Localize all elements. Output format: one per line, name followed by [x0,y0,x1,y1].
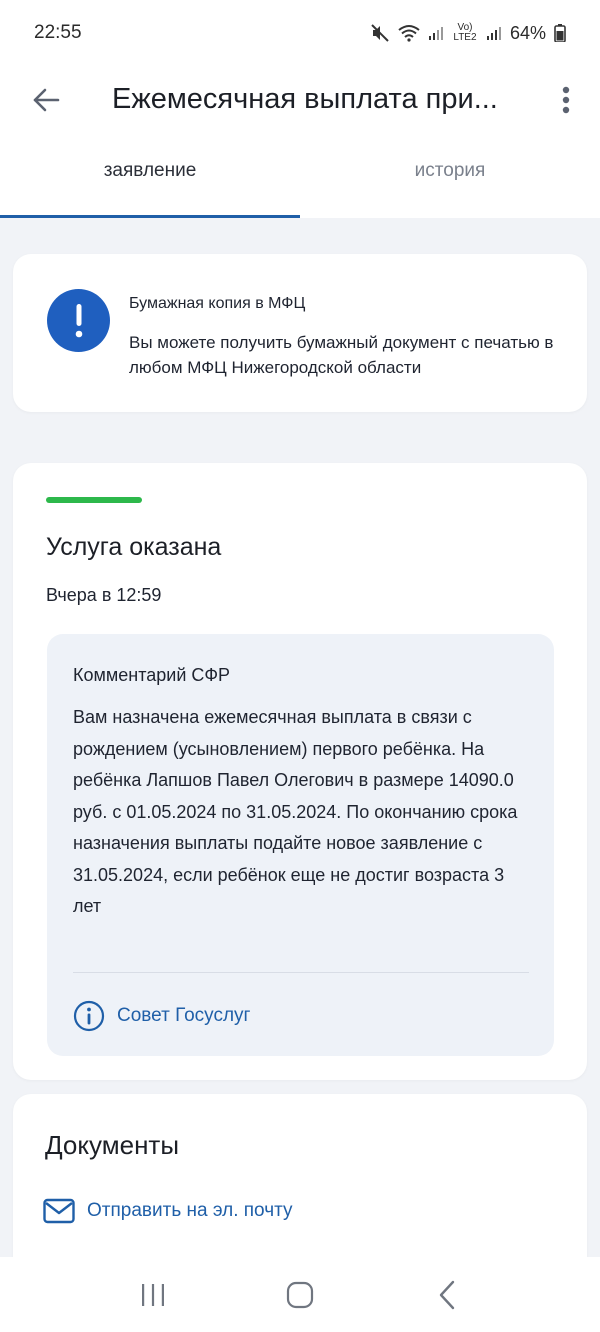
more-vertical-icon [562,86,570,114]
active-tab-indicator [0,215,300,218]
status-time: 22:55 [34,22,82,43]
info-circle-icon [73,1000,105,1032]
send-email-link[interactable]: Отправить на эл. почту [43,1198,293,1224]
status-progress-bar [46,497,142,503]
signal-icon [428,27,443,40]
signal-icon-2 [486,27,501,40]
home-icon [286,1281,314,1308]
comment-box: Комментарий СФР Вам назначена ежемесячна… [47,634,554,1056]
chevron-left-icon [439,1280,454,1309]
documents-title: Документы [45,1130,180,1160]
info-card-title: Бумажная копия в МФЦ [129,295,306,312]
back-nav-button[interactable] [417,1265,477,1325]
status-bar: 22:55 Vo) LTE2 64% [0,0,600,66]
send-email-label: Отправить на эл. почту [87,1200,293,1221]
paper-copy-card: Бумажная копия в МФЦ Вы можете получить … [13,254,587,412]
battery-icon [554,24,566,42]
tab-bar: заявление история [0,136,600,218]
mail-icon [43,1198,75,1224]
gosuslugi-advice-link[interactable]: Совет Госуслуг [73,1000,250,1032]
recent-apps-icon [142,1283,165,1306]
tab-history[interactable]: история [300,136,600,218]
battery-percent: 64% [509,22,546,43]
network-label: Vo) LTE2 [453,22,477,43]
status-icons: Vo) LTE2 64% [370,23,566,44]
comment-text: Вам назначена ежемесячная выплата в связ… [73,707,518,916]
recent-apps-button[interactable] [123,1265,183,1325]
comment-title: Комментарий СФР [73,665,231,685]
mute-icon [371,24,389,42]
wifi-icon [398,25,420,42]
tab-history-label: история [414,160,486,181]
arrow-left-icon [33,88,60,112]
app-bar: Ежемесячная выплата при... [0,66,600,136]
more-menu-button[interactable] [552,80,580,120]
tab-application-label: заявление [103,160,197,181]
exclamation-icon [47,289,110,352]
system-nav-bar [0,1257,600,1332]
tab-application[interactable]: заявление [0,136,300,218]
status-title: Услуга оказана [46,533,222,561]
advice-label: Совет Госуслуг [117,1005,251,1026]
divider [73,972,529,973]
home-button[interactable] [270,1265,330,1325]
info-card-text: Вы можете получить бумажный документ с п… [129,333,554,377]
service-status-card: Услуга оказана Вчера в 12:59 Комментарий… [13,463,587,1080]
status-time: Вчера в 12:59 [46,585,162,605]
page-title: Ежемесячная выплата при... [112,83,498,115]
back-button[interactable] [26,80,66,120]
